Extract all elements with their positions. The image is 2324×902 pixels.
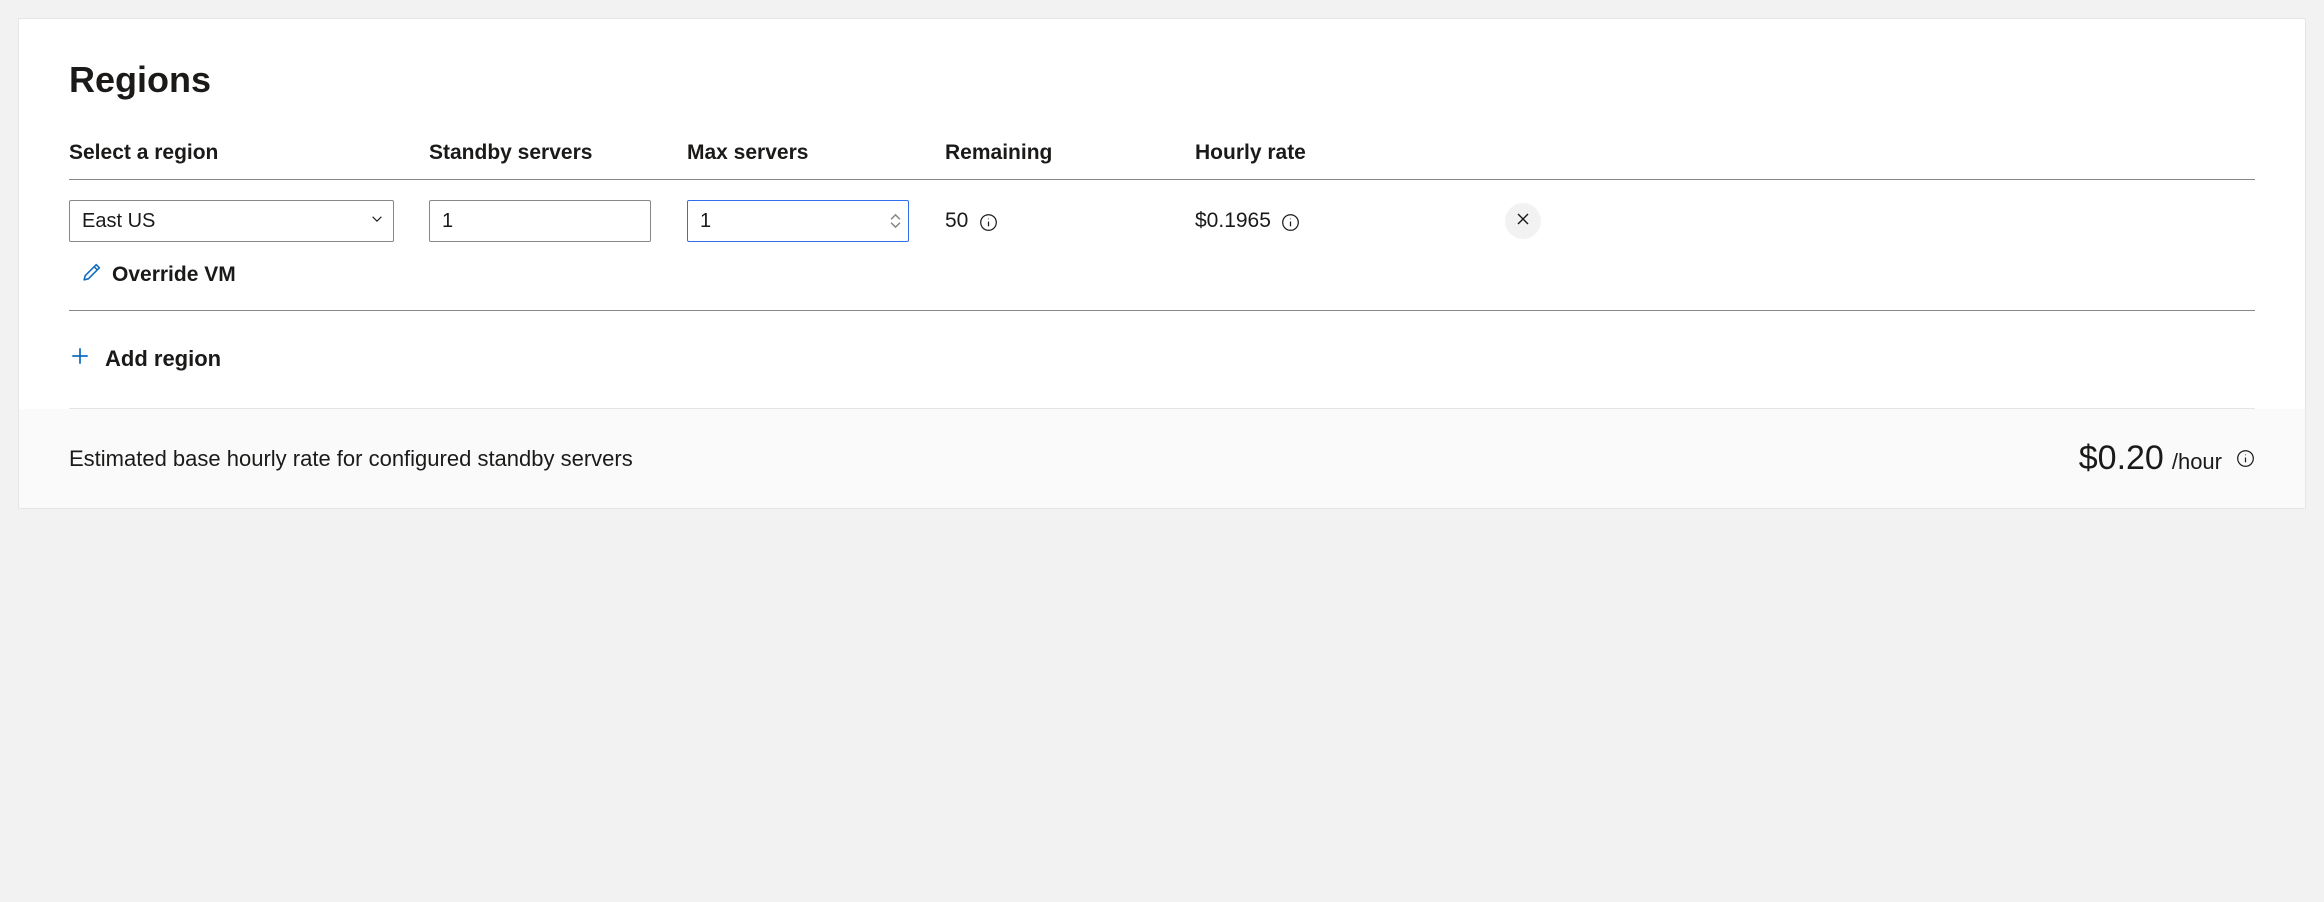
close-icon (1515, 211, 1531, 232)
remaining-value: 50 (945, 209, 968, 232)
hourly-rate-value: $0.1965 (1195, 209, 1271, 232)
override-vm-button[interactable]: Override VM (81, 262, 236, 288)
regions-card: Regions Select a region Standby servers … (18, 18, 2306, 509)
add-region-button[interactable]: Add region (69, 311, 2255, 409)
info-icon[interactable] (2236, 449, 2255, 468)
estimate-suffix: /hour (2172, 449, 2222, 475)
section-title: Regions (69, 59, 2255, 101)
pencil-icon (81, 262, 102, 288)
estimate-footer: Estimated base hourly rate for configure… (19, 409, 2305, 508)
standby-servers-input[interactable] (429, 200, 651, 242)
col-header-rate: Hourly rate (1195, 141, 1505, 165)
add-region-label: Add region (105, 346, 221, 372)
plus-icon (69, 345, 91, 372)
remove-region-button[interactable] (1505, 203, 1541, 239)
table-row: East US (69, 180, 2255, 311)
regions-table-header: Select a region Standby servers Max serv… (69, 141, 2255, 180)
override-vm-label: Override VM (112, 263, 236, 287)
col-header-max: Max servers (687, 141, 945, 165)
spinner-buttons[interactable] (890, 213, 901, 230)
info-icon[interactable] (979, 213, 998, 232)
info-icon[interactable] (1281, 213, 1300, 232)
chevron-up-icon (890, 213, 901, 221)
max-servers-input[interactable] (687, 200, 909, 242)
col-header-standby: Standby servers (429, 141, 687, 165)
chevron-down-icon (890, 222, 901, 230)
col-header-region: Select a region (69, 141, 429, 165)
region-select[interactable]: East US (69, 200, 394, 242)
estimate-amount: $0.20 (2079, 439, 2164, 478)
col-header-remaining: Remaining (945, 141, 1195, 165)
estimate-text: Estimated base hourly rate for configure… (69, 446, 633, 472)
